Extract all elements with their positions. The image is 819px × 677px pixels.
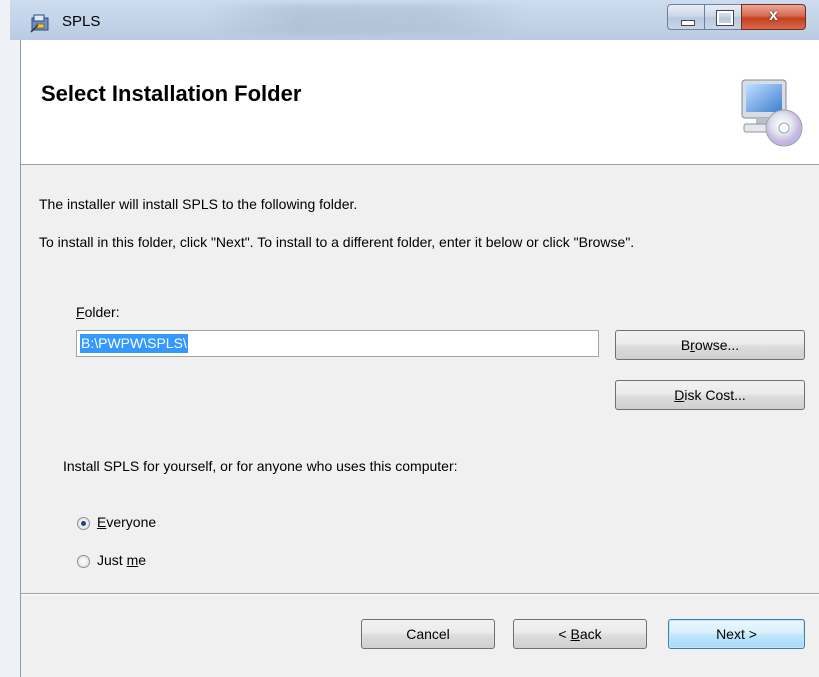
intro-text: The installer will install SPLS to the f… — [39, 196, 358, 212]
back-button[interactable]: < Back — [513, 619, 647, 649]
title-bar[interactable]: SPLS x — [10, 0, 819, 40]
minimize-button[interactable] — [667, 4, 705, 30]
disk-cost-button[interactable]: Disk Cost... — [615, 380, 805, 410]
folder-input-value: B:\PWPW\SPLS\ — [80, 334, 188, 353]
everyone-label[interactable]: Everyone — [97, 514, 156, 530]
cancel-button[interactable]: Cancel — [361, 619, 495, 649]
installer-app-icon — [30, 14, 49, 33]
footer-separator — [21, 593, 819, 595]
next-button[interactable]: Next > — [668, 619, 805, 649]
instruction-text: To install in this folder, click "Next".… — [39, 234, 635, 250]
folder-input[interactable]: B:\PWPW\SPLS\ — [76, 330, 599, 357]
folder-label: Folder: — [76, 304, 120, 320]
just-me-label[interactable]: Just me — [97, 552, 146, 568]
browse-button[interactable]: Browse... — [615, 330, 805, 360]
banner: Select Installation Folder — [21, 40, 819, 165]
computer-cd-icon — [741, 79, 803, 147]
installer-window: SPLS x Select Installation Folder The in… — [0, 0, 819, 677]
dialog-body: Select Installation Folder The installer… — [20, 40, 819, 677]
install-for-prompt: Install SPLS for yourself, or for anyone… — [63, 458, 458, 474]
window-title: SPLS — [62, 13, 101, 30]
close-button[interactable]: x — [741, 4, 806, 30]
maximize-button[interactable] — [704, 4, 742, 30]
maximize-icon — [716, 10, 734, 26]
just-me-radio[interactable] — [77, 555, 90, 568]
minimize-icon — [681, 20, 695, 26]
page-title: Select Installation Folder — [41, 81, 302, 106]
everyone-radio[interactable] — [77, 517, 90, 530]
close-icon: x — [769, 7, 778, 24]
